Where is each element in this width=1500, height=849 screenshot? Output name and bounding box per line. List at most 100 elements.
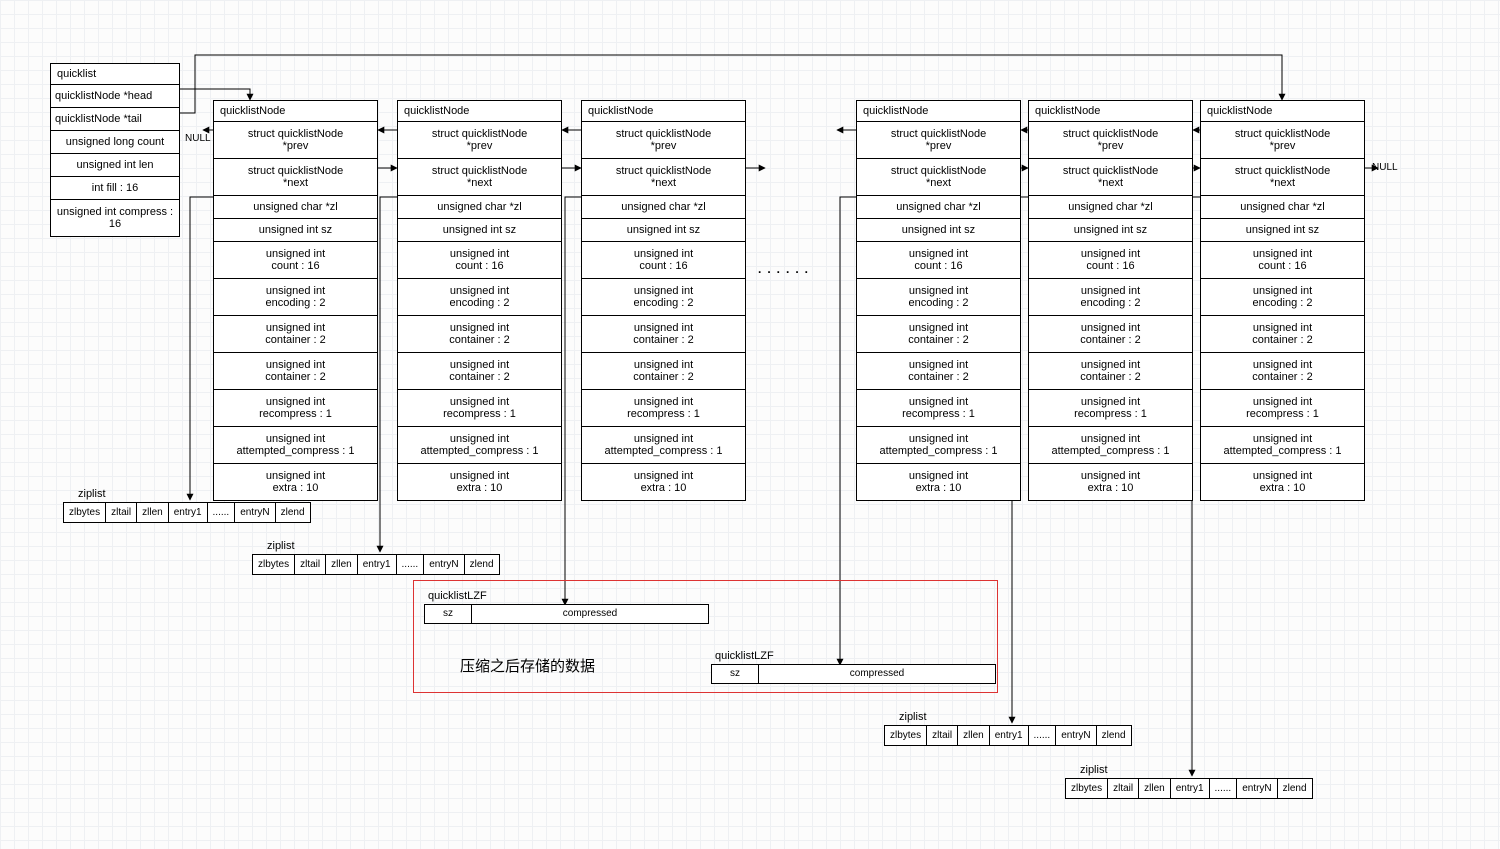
quicklistnode-struct: quicklistNodestruct quicklistNode*prevst… bbox=[1028, 100, 1193, 501]
ziplist-title: ziplist bbox=[1080, 764, 1108, 776]
node-field: unsigned intextra : 10 bbox=[1029, 464, 1192, 500]
quicklistnode-struct: quicklistNodestruct quicklistNode*prevst… bbox=[397, 100, 562, 501]
lzf-title: quicklistLZF bbox=[715, 650, 774, 662]
lzf-row: szcompressed bbox=[424, 604, 709, 624]
ziplist-row: zlbyteszltailzllenentry1......entryNzlen… bbox=[884, 725, 1132, 746]
node-field: unsigned intrecompress : 1 bbox=[1201, 390, 1364, 427]
ziplist-title: ziplist bbox=[899, 711, 927, 723]
quicklistnode-struct: quicklistNodestruct quicklistNode*prevst… bbox=[581, 100, 746, 501]
ziplist-cell: zlend bbox=[1278, 779, 1312, 798]
ziplist-cell: zlend bbox=[276, 503, 310, 522]
node-field: struct quicklistNode*prev bbox=[857, 122, 1020, 159]
node-field: unsigned char *zl bbox=[214, 196, 377, 219]
ziplist-row: zlbyteszltailzllenentry1......entryNzlen… bbox=[252, 554, 500, 575]
node-field: struct quicklistNode*next bbox=[398, 159, 561, 196]
ziplist-cell: entry1 bbox=[169, 503, 208, 522]
node-title: quicklistNode bbox=[1029, 101, 1192, 122]
node-field: unsigned intextra : 10 bbox=[398, 464, 561, 500]
lzf-sz: sz bbox=[425, 605, 472, 623]
node-field: struct quicklistNode*prev bbox=[1201, 122, 1364, 159]
node-field: unsigned char *zl bbox=[1201, 196, 1364, 219]
ziplist-cell: zllen bbox=[326, 555, 358, 574]
quicklist-field: unsigned int len bbox=[51, 154, 179, 177]
node-field: unsigned intattempted_compress : 1 bbox=[398, 427, 561, 464]
node-field: unsigned intattempted_compress : 1 bbox=[1029, 427, 1192, 464]
node-field: struct quicklistNode*next bbox=[1029, 159, 1192, 196]
ziplist-cell: zlend bbox=[1097, 726, 1131, 745]
node-field: unsigned intcount : 16 bbox=[214, 242, 377, 279]
node-field: unsigned char *zl bbox=[582, 196, 745, 219]
ziplist-cell: zlend bbox=[465, 555, 499, 574]
node-field: unsigned intcontainer : 2 bbox=[1029, 353, 1192, 390]
node-field: unsigned intcount : 16 bbox=[1029, 242, 1192, 279]
node-field: unsigned intrecompress : 1 bbox=[1029, 390, 1192, 427]
node-field: unsigned intcontainer : 2 bbox=[582, 353, 745, 390]
node-field: unsigned intcontainer : 2 bbox=[214, 353, 377, 390]
node-field: unsigned int sz bbox=[582, 219, 745, 242]
ziplist-cell: zltail bbox=[927, 726, 958, 745]
node-field: unsigned intencoding : 2 bbox=[398, 279, 561, 316]
node-field: unsigned intattempted_compress : 1 bbox=[582, 427, 745, 464]
ziplist-cell: entry1 bbox=[1171, 779, 1210, 798]
node-title: quicklistNode bbox=[582, 101, 745, 122]
ziplist-cell: ...... bbox=[397, 555, 425, 574]
quicklist-field: unsigned long count bbox=[51, 131, 179, 154]
compress-caption: 压缩之后存储的数据 bbox=[460, 655, 595, 676]
lzf-compressed: compressed bbox=[759, 665, 995, 683]
node-field: unsigned int sz bbox=[398, 219, 561, 242]
ziplist-cell: entryN bbox=[1237, 779, 1277, 798]
node-field: unsigned intencoding : 2 bbox=[582, 279, 745, 316]
ziplist-cell: entry1 bbox=[358, 555, 397, 574]
node-field: unsigned intattempted_compress : 1 bbox=[1201, 427, 1364, 464]
node-field: unsigned intencoding : 2 bbox=[1201, 279, 1364, 316]
ziplist-row: zlbyteszltailzllenentry1......entryNzlen… bbox=[63, 502, 311, 523]
ziplist-cell: zlbytes bbox=[1066, 779, 1108, 798]
ziplist-title: ziplist bbox=[267, 540, 295, 552]
node-field: unsigned intcontainer : 2 bbox=[1201, 316, 1364, 353]
node-field: unsigned intrecompress : 1 bbox=[398, 390, 561, 427]
quicklist-field: unsigned int compress : 16 bbox=[51, 200, 179, 236]
lzf-compressed: compressed bbox=[472, 605, 708, 623]
ziplist-cell: ...... bbox=[1210, 779, 1238, 798]
null-right-label: NULL bbox=[1372, 162, 1398, 173]
node-field: struct quicklistNode*prev bbox=[1029, 122, 1192, 159]
node-title: quicklistNode bbox=[398, 101, 561, 122]
node-field: struct quicklistNode*next bbox=[582, 159, 745, 196]
ziplist-title: ziplist bbox=[78, 488, 106, 500]
node-field: unsigned intcontainer : 2 bbox=[857, 316, 1020, 353]
node-field: struct quicklistNode*prev bbox=[582, 122, 745, 159]
quicklistnode-struct: quicklistNodestruct quicklistNode*prevst… bbox=[213, 100, 378, 501]
node-field: unsigned char *zl bbox=[857, 196, 1020, 219]
ziplist-cell: zltail bbox=[295, 555, 326, 574]
node-field: unsigned intcontainer : 2 bbox=[214, 316, 377, 353]
node-field: unsigned int sz bbox=[1029, 219, 1192, 242]
quicklist-struct: quicklist quicklistNode *head quicklistN… bbox=[50, 63, 180, 237]
node-field: unsigned intcontainer : 2 bbox=[398, 316, 561, 353]
node-field: unsigned intrecompress : 1 bbox=[857, 390, 1020, 427]
node-field: struct quicklistNode*prev bbox=[398, 122, 561, 159]
ziplist-cell: zlbytes bbox=[885, 726, 927, 745]
quicklistnode-struct: quicklistNodestruct quicklistNode*prevst… bbox=[856, 100, 1021, 501]
quicklist-title: quicklist bbox=[51, 64, 179, 85]
ziplist-cell: zllen bbox=[1139, 779, 1171, 798]
node-field: unsigned intextra : 10 bbox=[582, 464, 745, 500]
node-field: unsigned intrecompress : 1 bbox=[214, 390, 377, 427]
ziplist-cell: zllen bbox=[137, 503, 169, 522]
quicklist-field: quicklistNode *head bbox=[51, 85, 179, 108]
node-field: unsigned intattempted_compress : 1 bbox=[214, 427, 377, 464]
node-title: quicklistNode bbox=[857, 101, 1020, 122]
ziplist-cell: entryN bbox=[235, 503, 275, 522]
node-field: unsigned intrecompress : 1 bbox=[582, 390, 745, 427]
ellipsis: ...... bbox=[758, 262, 814, 276]
node-title: quicklistNode bbox=[214, 101, 377, 122]
quicklist-field-text: unsigned int compress : 16 bbox=[55, 206, 175, 230]
ziplist-row: zlbyteszltailzllenentry1......entryNzlen… bbox=[1065, 778, 1313, 799]
node-field: unsigned intextra : 10 bbox=[214, 464, 377, 500]
ziplist-cell: entryN bbox=[424, 555, 464, 574]
ziplist-cell: entry1 bbox=[990, 726, 1029, 745]
node-field: unsigned intcount : 16 bbox=[857, 242, 1020, 279]
node-field: unsigned intcount : 16 bbox=[398, 242, 561, 279]
node-field: unsigned intcontainer : 2 bbox=[582, 316, 745, 353]
node-field: unsigned intcontainer : 2 bbox=[1201, 353, 1364, 390]
ziplist-cell: zlbytes bbox=[64, 503, 106, 522]
